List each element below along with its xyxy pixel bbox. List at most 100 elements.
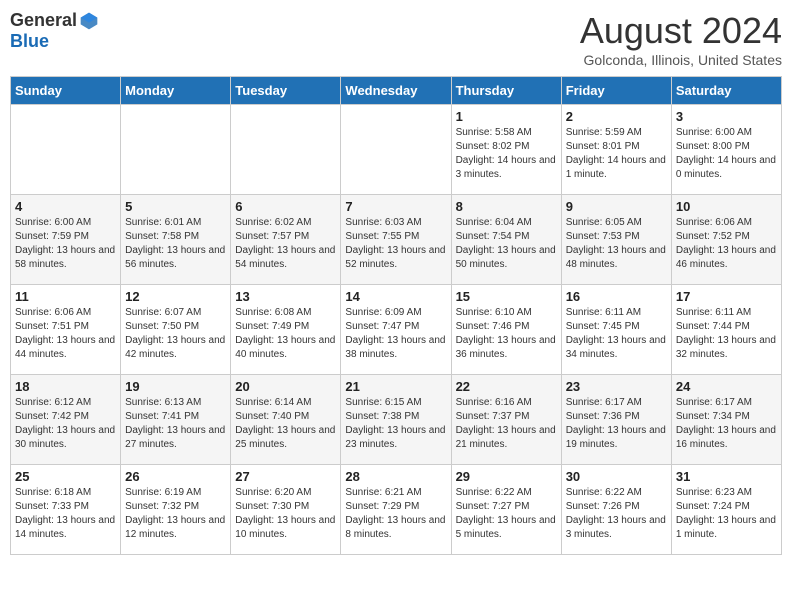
calendar-day-cell: 14 Sunrise: 6:09 AMSunset: 7:47 PMDayligh… (341, 285, 451, 375)
day-number: 13 (235, 289, 336, 304)
calendar-day-cell: 21 Sunrise: 6:15 AMSunset: 7:38 PMDayligh… (341, 375, 451, 465)
day-info: Sunrise: 6:00 AMSunset: 8:00 PMDaylight:… (676, 126, 777, 182)
logo: General Blue (10, 10, 99, 52)
day-number: 30 (566, 469, 667, 484)
day-number: 3 (676, 109, 777, 124)
weekday-header-tuesday: Tuesday (231, 77, 341, 105)
day-info: Sunrise: 6:23 AMSunset: 7:24 PMDaylight:… (676, 486, 777, 542)
month-year-title: August 2024 (580, 10, 782, 52)
calendar-day-cell: 4 Sunrise: 6:00 AMSunset: 7:59 PMDaylight… (11, 195, 121, 285)
calendar-day-cell: 20 Sunrise: 6:14 AMSunset: 7:40 PMDayligh… (231, 375, 341, 465)
day-number: 10 (676, 199, 777, 214)
day-info: Sunrise: 6:07 AMSunset: 7:50 PMDaylight:… (125, 306, 226, 362)
calendar-day-cell: 27Sunrise: 6:20 AMSunset: 7:30 PMDayligh… (231, 465, 341, 555)
day-number: 4 (15, 199, 116, 214)
day-info: Sunrise: 6:02 AMSunset: 7:57 PMDaylight:… (235, 216, 336, 272)
day-number: 26 (125, 469, 226, 484)
calendar-week-row: 1 Sunrise: 5:58 AMSunset: 8:02 PMDaylight… (11, 105, 782, 195)
page-header: General Blue August 2024 Golconda, Illin… (10, 10, 782, 68)
day-info: Sunrise: 6:11 AMSunset: 7:45 PMDaylight:… (566, 306, 667, 362)
day-number: 28 (345, 469, 446, 484)
calendar-day-cell: 11 Sunrise: 6:06 AMSunset: 7:51 PMDayligh… (11, 285, 121, 375)
calendar-day-cell: 22 Sunrise: 6:16 AMSunset: 7:37 PMDayligh… (451, 375, 561, 465)
calendar-day-cell: 31 Sunrise: 6:23 AMSunset: 7:24 PMDayligh… (671, 465, 781, 555)
calendar-day-cell: 8 Sunrise: 6:04 AMSunset: 7:54 PMDaylight… (451, 195, 561, 285)
day-number: 2 (566, 109, 667, 124)
calendar-day-cell: 5 Sunrise: 6:01 AMSunset: 7:58 PMDaylight… (121, 195, 231, 285)
calendar-day-cell: 23 Sunrise: 6:17 AMSunset: 7:36 PMDayligh… (561, 375, 671, 465)
calendar-day-cell: 24Sunrise: 6:17 AMSunset: 7:34 PMDayligh… (671, 375, 781, 465)
day-info: Sunrise: 6:06 AMSunset: 7:52 PMDaylight:… (676, 216, 777, 272)
day-info: Sunrise: 6:22 AMSunset: 7:27 PMDaylight:… (456, 486, 557, 542)
calendar-body: 1 Sunrise: 5:58 AMSunset: 8:02 PMDaylight… (11, 105, 782, 555)
calendar-day-cell: 19 Sunrise: 6:13 AMSunset: 7:41 PMDayligh… (121, 375, 231, 465)
day-number: 12 (125, 289, 226, 304)
calendar-day-cell (121, 105, 231, 195)
calendar-week-row: 11 Sunrise: 6:06 AMSunset: 7:51 PMDayligh… (11, 285, 782, 375)
logo-general: General (10, 10, 77, 31)
day-info: Sunrise: 6:04 AMSunset: 7:54 PMDaylight:… (456, 216, 557, 272)
day-number: 9 (566, 199, 667, 214)
day-number: 11 (15, 289, 116, 304)
calendar-day-cell: 18 Sunrise: 6:12 AMSunset: 7:42 PMDayligh… (11, 375, 121, 465)
day-number: 6 (235, 199, 336, 214)
calendar-day-cell: 28 Sunrise: 6:21 AMSunset: 7:29 PMDayligh… (341, 465, 451, 555)
calendar-day-cell: 9Sunrise: 6:05 AMSunset: 7:53 PMDaylight… (561, 195, 671, 285)
calendar-day-cell (341, 105, 451, 195)
calendar-day-cell (11, 105, 121, 195)
day-number: 21 (345, 379, 446, 394)
day-number: 19 (125, 379, 226, 394)
day-info: Sunrise: 6:03 AMSunset: 7:55 PMDaylight:… (345, 216, 446, 272)
weekday-header-row: SundayMondayTuesdayWednesdayThursdayFrid… (11, 77, 782, 105)
day-info: Sunrise: 6:16 AMSunset: 7:37 PMDaylight:… (456, 396, 557, 452)
day-info: Sunrise: 6:22 AMSunset: 7:26 PMDaylight:… (566, 486, 667, 542)
calendar-day-cell: 6 Sunrise: 6:02 AMSunset: 7:57 PMDaylight… (231, 195, 341, 285)
day-info: Sunrise: 6:17 AMSunset: 7:34 PMDaylight:… (676, 396, 777, 452)
day-number: 14 (345, 289, 446, 304)
calendar-day-cell: 10 Sunrise: 6:06 AMSunset: 7:52 PMDayligh… (671, 195, 781, 285)
calendar-day-cell: 29Sunrise: 6:22 AMSunset: 7:27 PMDayligh… (451, 465, 561, 555)
day-number: 5 (125, 199, 226, 214)
day-info: Sunrise: 6:15 AMSunset: 7:38 PMDaylight:… (345, 396, 446, 452)
weekday-header-monday: Monday (121, 77, 231, 105)
calendar-week-row: 18 Sunrise: 6:12 AMSunset: 7:42 PMDayligh… (11, 375, 782, 465)
weekday-header-thursday: Thursday (451, 77, 561, 105)
day-info: Sunrise: 6:18 AMSunset: 7:33 PMDaylight:… (15, 486, 116, 542)
calendar-day-cell: 16 Sunrise: 6:11 AMSunset: 7:45 PMDayligh… (561, 285, 671, 375)
day-number: 17 (676, 289, 777, 304)
calendar-day-cell: 3 Sunrise: 6:00 AMSunset: 8:00 PMDaylight… (671, 105, 781, 195)
day-info: Sunrise: 6:11 AMSunset: 7:44 PMDaylight:… (676, 306, 777, 362)
calendar-day-cell: 17 Sunrise: 6:11 AMSunset: 7:44 PMDayligh… (671, 285, 781, 375)
day-info: Sunrise: 6:13 AMSunset: 7:41 PMDaylight:… (125, 396, 226, 452)
day-info: Sunrise: 6:14 AMSunset: 7:40 PMDaylight:… (235, 396, 336, 452)
day-number: 25 (15, 469, 116, 484)
day-number: 20 (235, 379, 336, 394)
logo-icon (79, 11, 99, 31)
day-info: Sunrise: 6:21 AMSunset: 7:29 PMDaylight:… (345, 486, 446, 542)
day-number: 23 (566, 379, 667, 394)
day-info: Sunrise: 6:06 AMSunset: 7:51 PMDaylight:… (15, 306, 116, 362)
calendar-day-cell: 12 Sunrise: 6:07 AMSunset: 7:50 PMDayligh… (121, 285, 231, 375)
day-number: 31 (676, 469, 777, 484)
day-info: Sunrise: 6:01 AMSunset: 7:58 PMDaylight:… (125, 216, 226, 272)
location-subtitle: Golconda, Illinois, United States (580, 52, 782, 68)
day-number: 22 (456, 379, 557, 394)
calendar-day-cell: 30 Sunrise: 6:22 AMSunset: 7:26 PMDayligh… (561, 465, 671, 555)
calendar-week-row: 25 Sunrise: 6:18 AMSunset: 7:33 PMDayligh… (11, 465, 782, 555)
calendar-day-cell: 1 Sunrise: 5:58 AMSunset: 8:02 PMDaylight… (451, 105, 561, 195)
calendar-day-cell: 7Sunrise: 6:03 AMSunset: 7:55 PMDaylight… (341, 195, 451, 285)
day-info: Sunrise: 6:19 AMSunset: 7:32 PMDaylight:… (125, 486, 226, 542)
day-number: 16 (566, 289, 667, 304)
day-number: 15 (456, 289, 557, 304)
day-info: Sunrise: 6:12 AMSunset: 7:42 PMDaylight:… (15, 396, 116, 452)
day-info: Sunrise: 6:17 AMSunset: 7:36 PMDaylight:… (566, 396, 667, 452)
day-number: 18 (15, 379, 116, 394)
logo-blue: Blue (10, 31, 49, 52)
day-number: 8 (456, 199, 557, 214)
day-info: Sunrise: 5:58 AMSunset: 8:02 PMDaylight:… (456, 126, 557, 182)
day-info: Sunrise: 6:00 AMSunset: 7:59 PMDaylight:… (15, 216, 116, 272)
day-number: 1 (456, 109, 557, 124)
weekday-header-saturday: Saturday (671, 77, 781, 105)
weekday-header-sunday: Sunday (11, 77, 121, 105)
day-info: Sunrise: 6:09 AMSunset: 7:47 PMDaylight:… (345, 306, 446, 362)
